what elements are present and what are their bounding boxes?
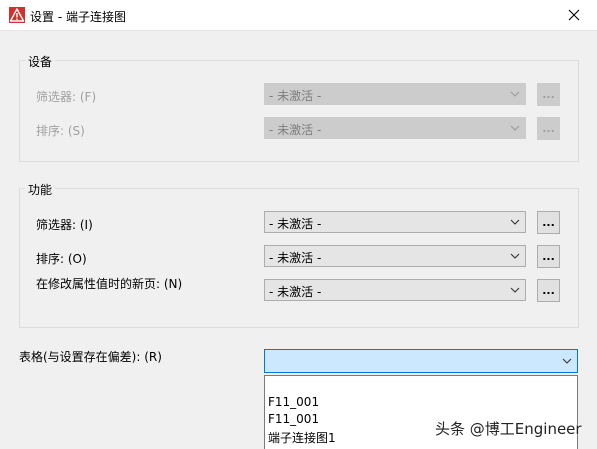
device-filter-value: - 未激活 - [269, 89, 322, 103]
chevron-down-icon [510, 91, 520, 97]
function-newpage-browse-button[interactable]: ... [537, 279, 560, 302]
function-filter-label: 筛选器: (I) [36, 218, 93, 232]
function-group-label: 功能 [25, 181, 56, 198]
function-filter-select[interactable]: - 未激活 - [264, 211, 526, 233]
device-sort-label: 排序: (S) [36, 124, 85, 138]
list-item[interactable]: F11_001 [268, 395, 319, 409]
table-select[interactable] [264, 349, 578, 373]
function-newpage-select[interactable]: - 未激活 - [264, 279, 526, 301]
warning-app-icon [9, 7, 25, 23]
function-newpage-label: 在修改属性值时的新页: (N) [36, 277, 183, 291]
table-label: 表格(与设置存在偏差): (R) [19, 350, 162, 364]
device-filter-select[interactable]: - 未激活 - [264, 83, 526, 105]
chevron-down-icon [510, 253, 520, 259]
chevron-down-icon [510, 125, 520, 131]
chevron-down-icon [510, 287, 520, 293]
title-bar: 设置 - 端子连接图 [0, 0, 597, 31]
chevron-down-icon [562, 358, 572, 364]
watermark: 头条 @博工Engineer [435, 420, 582, 438]
device-sort-browse-button[interactable]: ... [537, 117, 560, 140]
device-sort-value: - 未激活 - [269, 123, 322, 137]
device-filter-label: 筛选器: (F) [36, 90, 97, 104]
list-item[interactable]: 端子连接图1 [268, 429, 336, 446]
function-filter-browse-button[interactable]: ... [537, 211, 560, 234]
function-sort-value: - 未激活 - [269, 251, 322, 265]
window-title: 设置 - 端子连接图 [30, 10, 126, 24]
function-sort-select[interactable]: - 未激活 - [264, 245, 526, 267]
device-groupbox [19, 60, 579, 162]
chevron-down-icon [510, 219, 520, 225]
function-filter-value: - 未激活 - [269, 217, 322, 231]
close-icon [568, 9, 580, 21]
function-sort-browse-button[interactable]: ... [537, 245, 560, 268]
list-item[interactable]: F11_001 [268, 412, 319, 426]
close-button[interactable] [551, 0, 597, 30]
function-sort-label: 排序: (O) [36, 252, 87, 266]
device-sort-select[interactable]: - 未激活 - [264, 117, 526, 139]
device-filter-browse-button[interactable]: ... [537, 83, 560, 106]
function-newpage-value: - 未激活 - [269, 285, 322, 299]
device-group-label: 设备 [25, 53, 56, 70]
